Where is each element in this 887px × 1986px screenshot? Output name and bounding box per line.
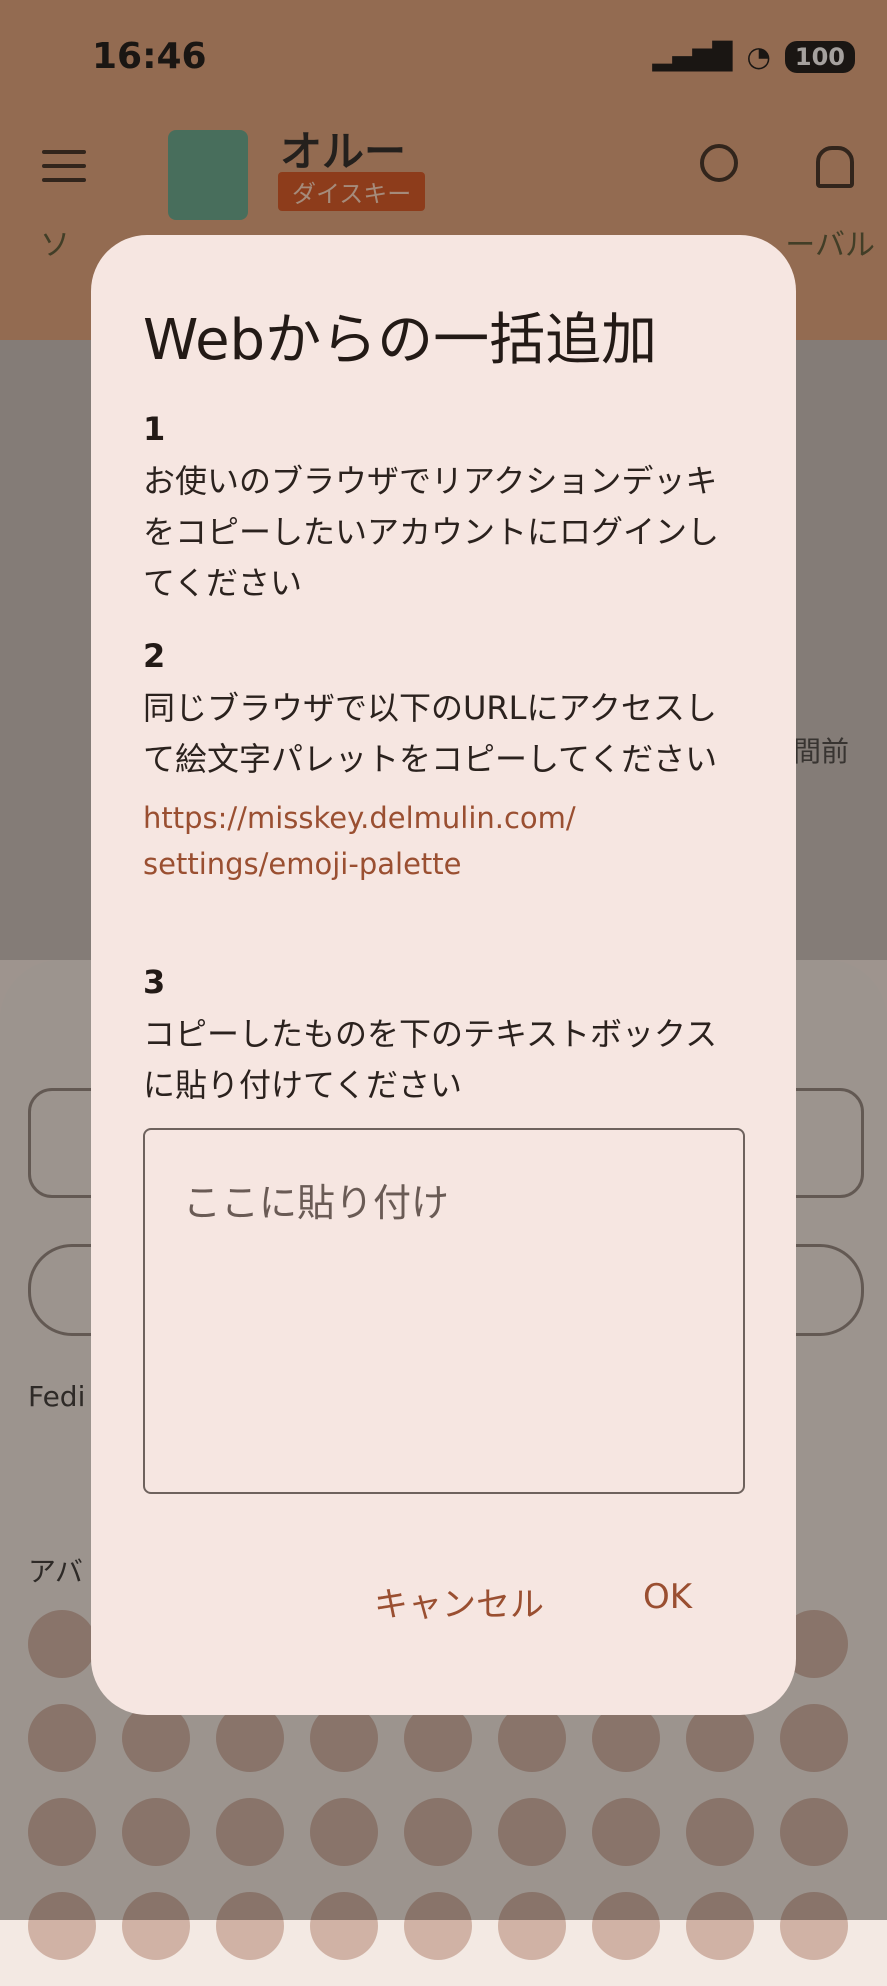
step-3: 3 コピーしたものを下のテキストボックスに貼り付けてください <box>143 963 743 1111</box>
step-number: 2 <box>143 637 166 675</box>
step-text: お使いのブラウザでリアクションデッキをコピーしたいアカウントにログインしてくださ… <box>143 462 720 602</box>
link-line: settings/emoji-palette <box>143 847 462 881</box>
step-text: 同じブラウザで以下のURLにアクセスして絵文字パレットをコピーしてください <box>143 689 718 778</box>
step-2: 2 同じブラウザで以下のURLにアクセスして絵文字パレットをコピーしてください … <box>143 637 743 887</box>
palette-url-link[interactable]: https://misskey.delmulin.com/ settings/e… <box>143 795 743 887</box>
paste-textarea[interactable]: ここに貼り付け <box>143 1128 745 1494</box>
link-line: https://misskey.delmulin.com/ <box>143 801 576 835</box>
step-number: 1 <box>143 410 166 448</box>
paste-placeholder: ここに貼り付け <box>183 1181 450 1225</box>
step-text: コピーしたものを下のテキストボックスに貼り付けてください <box>143 1015 718 1104</box>
step-1: 1 お使いのブラウザでリアクションデッキをコピーしたいアカウントにログインしてく… <box>143 410 743 609</box>
step-number: 3 <box>143 963 166 1001</box>
ok-button[interactable]: OK <box>643 1577 692 1617</box>
dialog-title: Webからの一括追加 <box>143 308 658 373</box>
cancel-button[interactable]: キャンセル <box>374 1577 544 1626</box>
bulk-add-dialog: Webからの一括追加 1 お使いのブラウザでリアクションデッキをコピーしたいアカ… <box>91 235 796 1715</box>
